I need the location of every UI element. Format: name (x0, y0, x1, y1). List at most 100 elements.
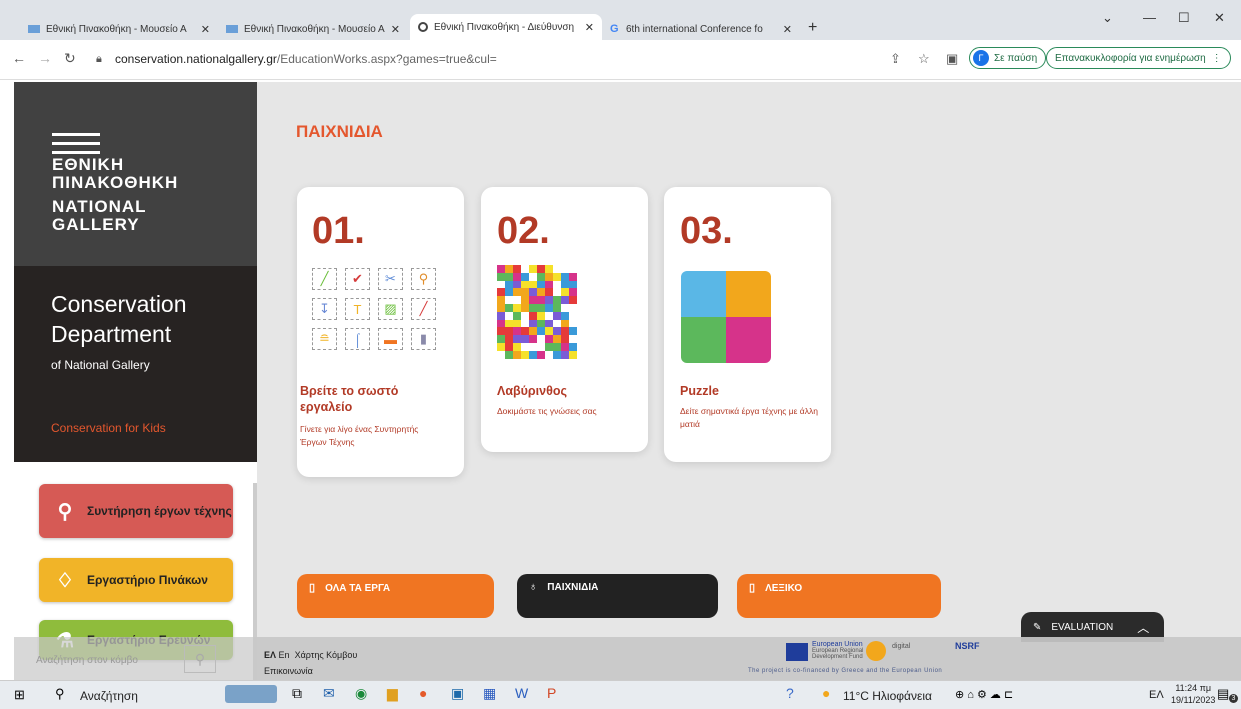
search-icon[interactable]: ⚲ (184, 645, 216, 673)
maze-cell (561, 350, 569, 359)
update-button[interactable]: Επανακυκλοφορία για ενημέρωση ⋮ (1046, 47, 1231, 69)
maximize-icon[interactable]: ☐ (1178, 10, 1190, 26)
word-icon[interactable]: W (515, 685, 528, 701)
all-works-button[interactable]: ▯ ΟΛΑ ΤΑ ΕΡΓΑ (297, 574, 494, 618)
magnifier-icon: ⚲ (57, 500, 73, 523)
close-icon[interactable]: ✕ (195, 23, 210, 36)
games-button[interactable]: ♁ ΠΑΙΧΝΙΔΙΑ (517, 574, 718, 618)
maze-cell (513, 311, 521, 320)
clock[interactable]: 11:24 πμ 19/11/2023 (1171, 682, 1215, 706)
menu-icon: ⋮ (1211, 52, 1222, 64)
tab-4[interactable]: G 6th international Conference fo ✕ (602, 18, 800, 40)
maze-cell (513, 342, 521, 351)
close-window-icon[interactable]: ✕ (1214, 10, 1225, 26)
maze-cell (545, 327, 553, 336)
button-label: ΟΛΑ ΤΑ ΕΡΓΑ (325, 583, 391, 594)
weather-icon[interactable]: ● (822, 685, 830, 701)
dictionary-button[interactable]: ▯ ΛΕΞΙΚΟ (737, 574, 941, 618)
help-icon[interactable]: ? (786, 685, 794, 701)
footer-links: ΕΛ En Χάρτης Κόμβου Επικοινωνία (264, 647, 357, 679)
maze-cell (521, 272, 529, 281)
tab-2[interactable]: Εθνική Πινακοθήκη - Μουσείο Α ✕ (218, 18, 408, 40)
maze-cell (505, 288, 513, 297)
site-icon (226, 25, 238, 33)
calendar-icon[interactable]: ▦ (483, 685, 496, 702)
chrome-icon[interactable]: ● (419, 685, 427, 701)
file-explorer-icon[interactable]: ▆ (387, 685, 398, 702)
tools-grid: ╱ ✔ ✂ ⚲ ↧ T ▨ ╱ ≘ ⌠ ▬ ▮ (312, 268, 436, 350)
edge-icon[interactable]: ◉ (355, 685, 367, 702)
input-language[interactable]: ΕΛ (1149, 689, 1164, 701)
minimize-icon[interactable]: — (1143, 10, 1156, 25)
maze-cell (529, 319, 537, 328)
maze-cell (545, 296, 553, 304)
search-input[interactable]: Αναζήτηση στον κόμβο (36, 655, 138, 666)
maze-cell (513, 288, 521, 297)
search-icon[interactable]: ⚲ (55, 686, 65, 702)
maze-cell (545, 311, 553, 320)
sidebar-button-label: Εργαστήριο Πινάκων (87, 573, 208, 587)
maze-cell (561, 303, 569, 312)
maze-cell (569, 311, 577, 320)
tab-1[interactable]: Εθνική Πινακοθήκη - Μουσείο Α ✕ (20, 18, 218, 40)
profile-button[interactable]: Γ Σε παύση (969, 47, 1047, 69)
maze-cell (497, 272, 505, 281)
maze-cell (521, 280, 529, 289)
card-number: 03. (680, 210, 733, 252)
maze-cell (537, 311, 545, 320)
reload-icon[interactable]: ↻ (64, 50, 76, 67)
maze-cell (569, 296, 577, 304)
notifications-icon[interactable]: ▤ (1217, 686, 1229, 702)
task-view-icon[interactable]: ⧉ (292, 685, 302, 702)
lang-en-link[interactable]: En (279, 650, 290, 660)
maze-cell (561, 327, 569, 336)
close-icon[interactable]: ✕ (579, 21, 594, 34)
tray-icons[interactable]: ⊕ ⌂ ⚙ ☁ ⊏ (955, 688, 1013, 701)
forward-icon[interactable]: → (38, 50, 52, 66)
sidebar-button-conservation[interactable]: ⚲ Συντήρηση έργων τέχνης (39, 484, 233, 538)
bookmark-star-icon[interactable]: ☆ (918, 51, 930, 67)
maze-cell (513, 335, 521, 343)
powerpoint-icon[interactable]: P (547, 685, 556, 701)
maze-cell (513, 265, 521, 273)
share-icon[interactable]: ⇪ (890, 51, 901, 67)
maze-cell (569, 319, 577, 328)
maze-cell (521, 350, 529, 359)
maze-cell (569, 303, 577, 312)
weather-text[interactable]: 11°C Ηλιοφάνεια (843, 689, 932, 703)
windows-start-icon[interactable]: ⊞ (14, 687, 25, 703)
maze-cell (505, 311, 513, 320)
maze-cell (497, 280, 505, 289)
lang-el-link[interactable]: ΕΛ (264, 650, 276, 660)
maze-cell (537, 280, 545, 289)
side-panel-icon[interactable]: ▣ (946, 51, 958, 67)
button-label: ΠΑΙΧΝΙΔΙΑ (547, 582, 599, 593)
mail-icon[interactable]: ✉ (323, 685, 335, 702)
store-icon[interactable]: ▣ (451, 685, 464, 702)
tab-search-icon[interactable]: ⌄ (1102, 10, 1113, 26)
search-bar[interactable]: Αναζήτηση στον κόμβο ⚲ (14, 637, 257, 680)
maze-cell (521, 342, 529, 351)
lock-icon[interactable]: 🔒︎ (96, 53, 102, 66)
maze-cell (505, 335, 513, 343)
globe-icon (418, 22, 428, 32)
maze-cell (497, 265, 505, 273)
tab-label: 6th international Conference fo (626, 23, 763, 35)
taskbar-search[interactable]: Αναζήτηση (80, 689, 138, 703)
kids-link[interactable]: Conservation for Kids (51, 421, 166, 435)
contact-link[interactable]: Επικοινωνία (264, 666, 313, 676)
close-icon[interactable]: ✕ (385, 23, 400, 36)
back-icon[interactable]: ← (12, 50, 26, 66)
sitemap-link[interactable]: Χάρτης Κόμβου (295, 650, 358, 660)
close-icon[interactable]: ✕ (777, 23, 792, 36)
maze-cell (521, 288, 529, 297)
new-tab-button[interactable]: + (808, 19, 817, 37)
maze-cell (497, 311, 505, 320)
tab-3-active[interactable]: Εθνική Πινακοθήκη - Διεύθυνση ✕ (410, 14, 602, 40)
maze-cell (561, 272, 569, 281)
url-domain: conservation.nationalgallery.gr (115, 52, 277, 66)
magnifier-icon: ⚲ (411, 268, 436, 290)
url-field[interactable]: conservation.nationalgallery.gr/Educatio… (115, 52, 497, 66)
sidebar-button-paintings-lab[interactable]: ♢ Εργαστήριο Πινάκων (39, 558, 233, 602)
maze-cell (505, 265, 513, 273)
